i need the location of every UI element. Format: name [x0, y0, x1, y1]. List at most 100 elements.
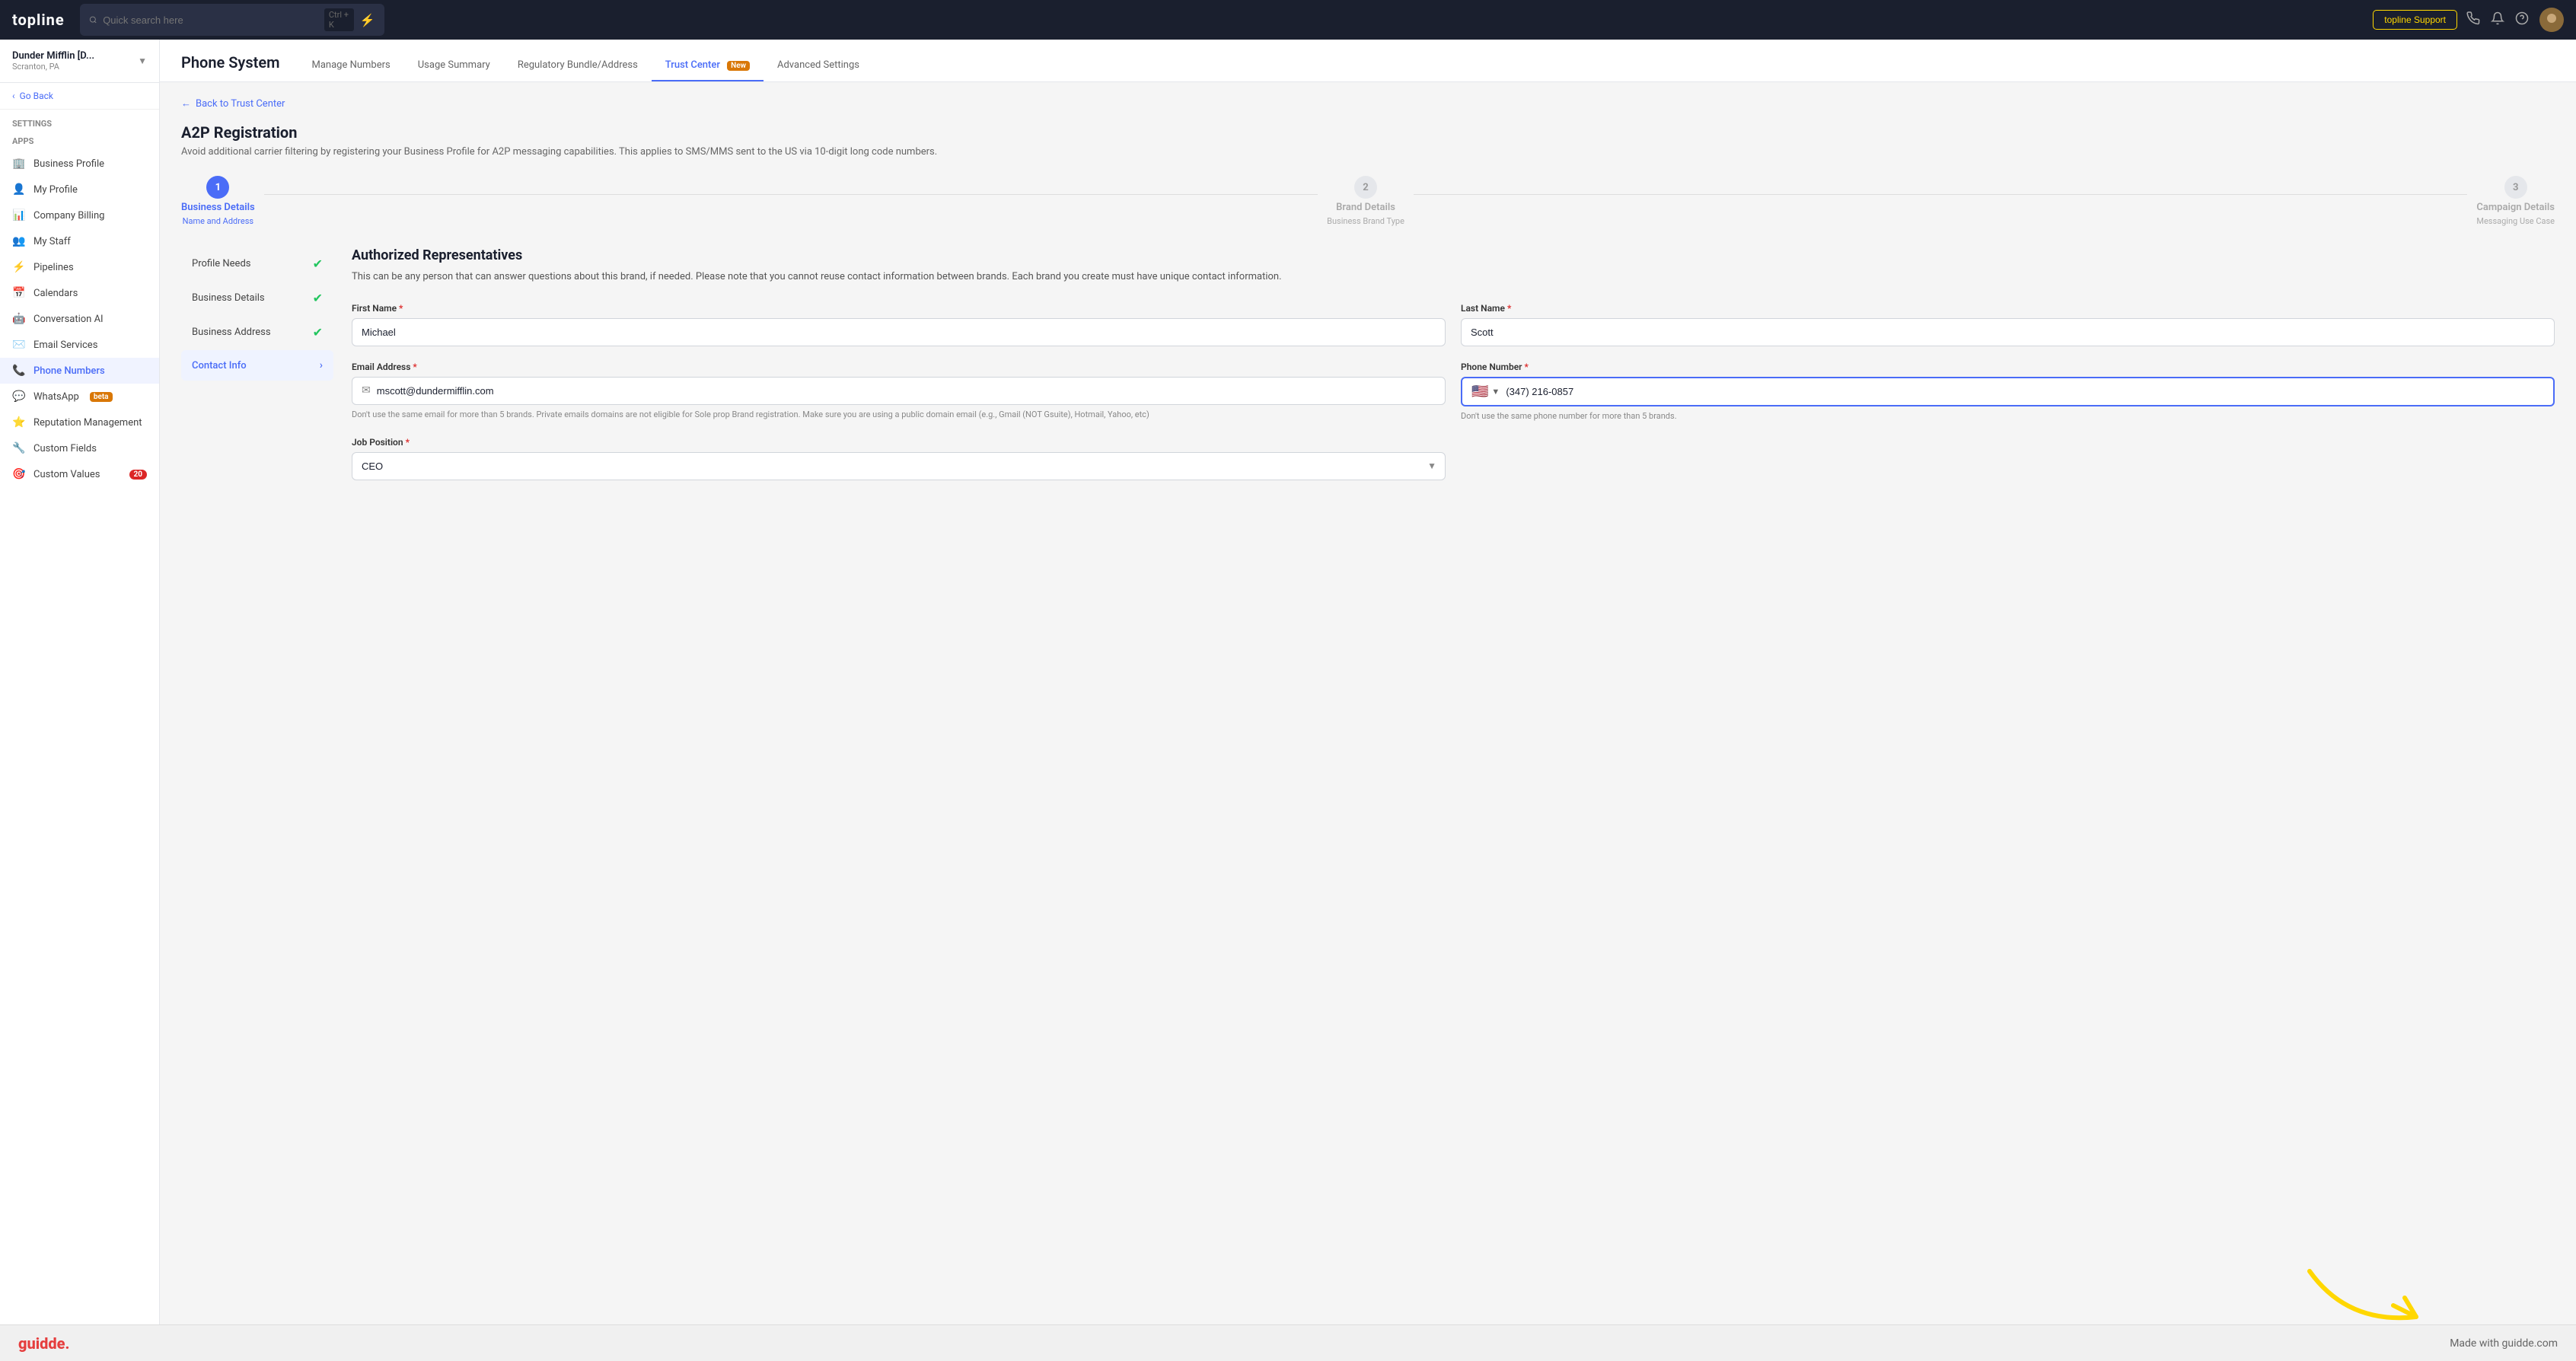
search-input[interactable]	[103, 14, 318, 26]
phone-group: Phone Number * 🇺🇸 ▼ Don't use the same p…	[1461, 362, 2555, 422]
content-area: ← Back to Trust Center A2P Registration …	[160, 82, 2576, 511]
business-address-check-icon: ✔	[313, 325, 323, 339]
phone-input[interactable]	[1506, 378, 2544, 405]
account-info: Dunder Mifflin [D... Scranton, PA	[12, 50, 94, 72]
phone-country-chevron[interactable]: ▼	[1491, 387, 1500, 397]
page-title: Phone System	[181, 40, 280, 72]
account-sub: Scranton, PA	[12, 62, 94, 72]
whatsapp-beta-badge: beta	[90, 392, 113, 402]
custom-values-badge: 20	[129, 470, 147, 480]
authorized-reps-description: This can be any person that can answer q…	[352, 269, 2555, 285]
chevron-down-icon: ▼	[138, 56, 147, 66]
nav-icons	[2466, 8, 2564, 32]
step-1-label: Business Details	[181, 202, 255, 213]
account-name: Dunder Mifflin [D...	[12, 50, 94, 62]
sidebar-item-pipelines[interactable]: ⚡ Pipelines	[0, 254, 159, 280]
custom-values-icon: 🎯	[12, 468, 26, 480]
sidebar-item-reputation-management[interactable]: ⭐ Reputation Management	[0, 410, 159, 435]
arrow-left-icon: ←	[181, 97, 191, 110]
step-3-label: Campaign Details	[2476, 202, 2555, 213]
sidebar-item-my-staff[interactable]: 👥 My Staff	[0, 228, 159, 254]
account-switcher[interactable]: Dunder Mifflin [D... Scranton, PA ▼	[0, 40, 159, 83]
tab-usage-summary[interactable]: Usage Summary	[404, 50, 504, 81]
form-sidebar-contact-info[interactable]: Contact Info ›	[181, 350, 333, 381]
calendars-icon: 📅	[12, 287, 26, 299]
last-name-input[interactable]	[1461, 318, 2555, 346]
first-name-group: First Name *	[352, 303, 1446, 346]
sidebar-item-custom-values[interactable]: 🎯 Custom Values 20	[0, 461, 159, 487]
question-icon[interactable]	[2515, 11, 2529, 28]
sidebar-item-custom-fields[interactable]: 🔧 Custom Fields	[0, 435, 159, 461]
sidebar: Dunder Mifflin [D... Scranton, PA ▼ ‹ Go…	[0, 40, 160, 1361]
go-back-link[interactable]: ‹ Go Back	[0, 83, 159, 110]
avatar[interactable]	[2539, 8, 2564, 32]
search-bar[interactable]: Ctrl + K ⚡	[80, 4, 384, 36]
sidebar-item-whatsapp[interactable]: 💬 WhatsApp beta	[0, 384, 159, 410]
search-icon	[89, 14, 97, 25]
sidebar-item-conversation-ai[interactable]: 🤖 Conversation AI	[0, 306, 159, 332]
sidebar-item-phone-numbers[interactable]: 📞 Phone Numbers	[0, 358, 159, 384]
email-hint: Don't use the same email for more than 5…	[352, 409, 1446, 420]
phone-numbers-icon: 📞	[12, 365, 26, 377]
job-row: Job Position * CEO CTO CFO Other	[352, 437, 2555, 480]
first-name-input[interactable]	[352, 318, 1446, 346]
email-input-wrapper[interactable]: ✉	[352, 377, 1446, 405]
job-position-select-wrap: CEO CTO CFO Other ▼	[352, 452, 1446, 480]
tab-regulatory-bundle[interactable]: Regulatory Bundle/Address	[504, 50, 652, 81]
phone-tabs: Manage Numbers Usage Summary Regulatory …	[298, 50, 874, 81]
sidebar-item-calendars[interactable]: 📅 Calendars	[0, 280, 159, 306]
profile-needs-check-icon: ✔	[313, 257, 323, 271]
form-card: Profile Needs ✔ Business Details ✔ Busin…	[181, 247, 2555, 496]
tab-advanced-settings[interactable]: Advanced Settings	[764, 50, 873, 81]
form-sidebar-business-details[interactable]: Business Details ✔	[181, 282, 333, 314]
tab-trust-center[interactable]: Trust Center New	[652, 50, 764, 81]
step-1-sub: Name and Address	[183, 216, 253, 226]
stepper: 1 Business Details Name and Address 2 Br…	[181, 176, 2555, 226]
guidde-tagline: Made with guidde.com	[2450, 1337, 2558, 1350]
step-2-sub: Business Brand Type	[1327, 216, 1404, 226]
form-sidebar-business-address[interactable]: Business Address ✔	[181, 316, 333, 349]
bell-icon[interactable]	[2491, 11, 2504, 28]
a2p-description: Avoid additional carrier filtering by re…	[181, 146, 2555, 158]
form-sidebar-profile-needs[interactable]: Profile Needs ✔	[181, 247, 333, 280]
sidebar-item-my-profile[interactable]: 👤 My Profile	[0, 177, 159, 202]
a2p-title: A2P Registration	[181, 123, 2555, 142]
apps-label: Apps	[0, 133, 159, 151]
email-required: *	[413, 362, 416, 372]
job-position-required: *	[406, 437, 410, 448]
bolt-icon: ⚡	[360, 13, 375, 27]
app-layout: Dunder Mifflin [D... Scranton, PA ▼ ‹ Go…	[0, 0, 2576, 1361]
phone-icon[interactable]	[2466, 11, 2480, 28]
step-line-1	[264, 194, 1318, 195]
top-navigation: topline Ctrl + K ⚡ topline Support	[0, 0, 2576, 40]
custom-fields-icon: 🔧	[12, 442, 26, 454]
step-3-sub: Messaging Use Case	[2476, 216, 2555, 226]
app-logo: topline	[12, 11, 65, 29]
step-line-2	[1414, 194, 2467, 195]
email-input[interactable]	[377, 378, 1436, 404]
reputation-icon: ⭐	[12, 416, 26, 429]
tab-manage-numbers[interactable]: Manage Numbers	[298, 50, 404, 81]
last-name-required: *	[1507, 303, 1511, 314]
phone-input-wrapper[interactable]: 🇺🇸 ▼	[1461, 377, 2555, 406]
chevron-left-icon: ‹	[12, 91, 15, 101]
name-row: First Name * Last Name *	[352, 303, 2555, 346]
form-main: Authorized Representatives This can be a…	[352, 247, 2555, 496]
step-campaign-details: 3 Campaign Details Messaging Use Case	[2476, 176, 2555, 226]
job-position-label: Job Position *	[352, 437, 1446, 448]
search-shortcut: Ctrl + K	[324, 8, 354, 31]
step-2-circle: 2	[1354, 176, 1377, 199]
phone-label: Phone Number *	[1461, 362, 2555, 372]
support-button[interactable]: topline Support	[2373, 10, 2457, 30]
contact-row: Email Address * ✉ Don't use the same ema…	[352, 362, 2555, 422]
phone-flag-icon: 🇺🇸	[1471, 384, 1488, 400]
my-staff-icon: 👥	[12, 235, 26, 247]
sidebar-item-company-billing[interactable]: 📊 Company Billing	[0, 202, 159, 228]
pipelines-icon: ⚡	[12, 261, 26, 273]
sidebar-item-business-profile[interactable]: 🏢 Business Profile	[0, 151, 159, 177]
sidebar-item-email-services[interactable]: ✉️ Email Services	[0, 332, 159, 358]
whatsapp-icon: 💬	[12, 390, 26, 403]
job-position-select[interactable]: CEO CTO CFO Other	[352, 452, 1446, 480]
back-to-trust-center[interactable]: ← Back to Trust Center	[181, 97, 2555, 110]
phone-hint: Don't use the same phone number for more…	[1461, 410, 2555, 422]
